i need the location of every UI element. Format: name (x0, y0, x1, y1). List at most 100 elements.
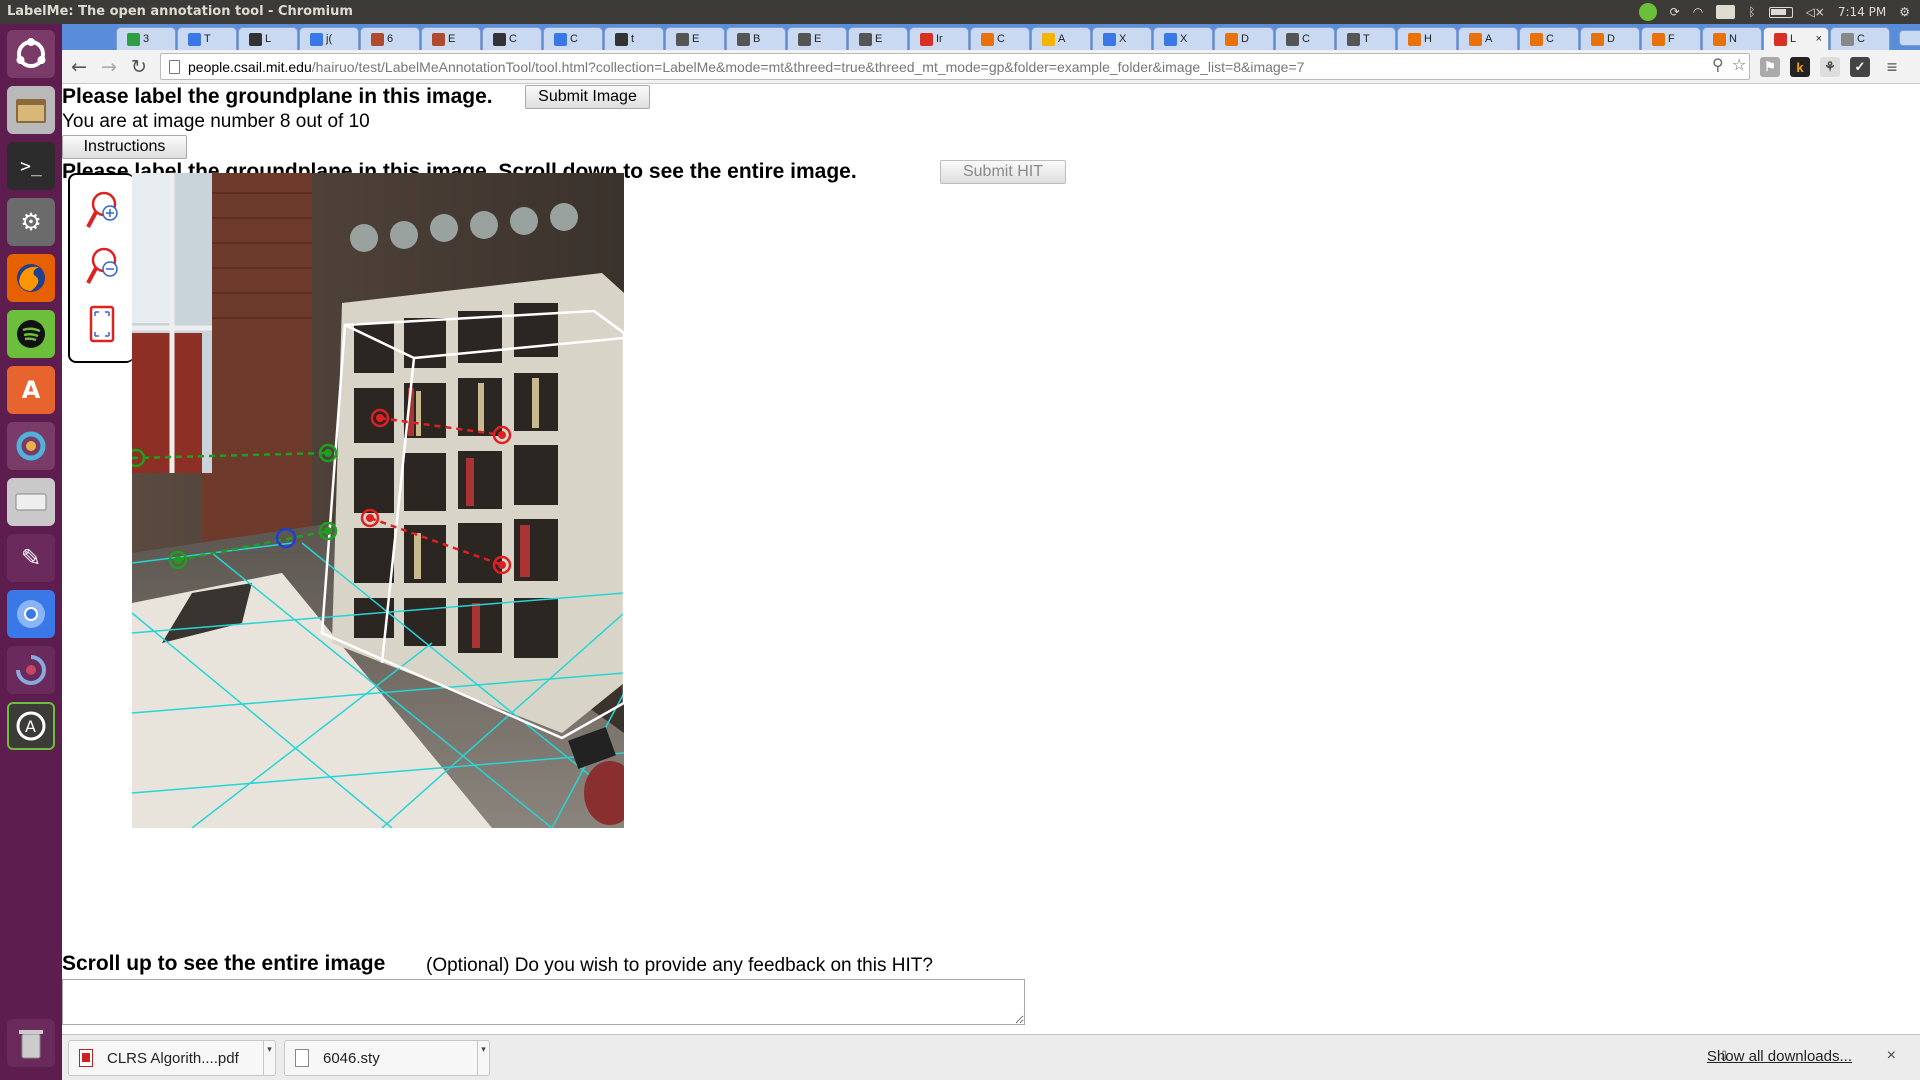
reload-button[interactable]: ↻ (128, 56, 150, 78)
spotify-icon[interactable] (7, 310, 55, 358)
download-item-sty[interactable]: 6046.sty ▾ (284, 1040, 490, 1076)
tab-label: C (570, 33, 578, 45)
browser-tab[interactable]: 6 (360, 27, 420, 50)
browser-tab[interactable]: B (726, 27, 786, 50)
browser-tab[interactable]: A (1031, 27, 1091, 50)
disk-utility-icon[interactable] (7, 422, 55, 470)
tab-label: E (448, 33, 456, 45)
keyboard-layout-indicator[interactable]: En (1716, 5, 1736, 19)
browser-tab[interactable]: C (1275, 27, 1335, 50)
browser-tab[interactable]: t (604, 27, 664, 50)
settings-gear-icon[interactable]: ⚙ (1899, 5, 1910, 19)
menu-icon[interactable]: ≡ (1882, 57, 1902, 77)
new-tab-button[interactable] (1899, 30, 1920, 46)
browser-tab[interactable]: E (848, 27, 908, 50)
tab-favicon-icon (981, 32, 994, 46)
browser-tab[interactable]: C (1830, 27, 1890, 50)
scroll-up-heading: Scroll up to see the entire image (62, 952, 386, 975)
back-button[interactable]: ← (68, 56, 90, 78)
clock[interactable]: 7:14 PM (1838, 5, 1886, 19)
browser-tab[interactable]: L × (1763, 27, 1829, 50)
annotation-image[interactable] (126, 173, 636, 829)
close-downloads-bar-button[interactable]: × (1887, 1047, 1896, 1065)
bookmark-star-icon[interactable]: ☆ (1732, 55, 1746, 74)
system-settings-icon[interactable]: ⚙ (7, 198, 55, 246)
close-tab-icon[interactable]: × (1816, 33, 1822, 45)
tab-favicon-icon (859, 32, 872, 46)
k-extension-icon[interactable]: k (1790, 57, 1810, 77)
bluetooth-icon[interactable]: ᛒ (1748, 5, 1755, 19)
tab-label: E (692, 33, 700, 45)
browser-tab[interactable]: C (543, 27, 603, 50)
feedback-textarea[interactable] (62, 979, 1025, 1025)
tab-favicon-icon (554, 32, 567, 46)
zoom-in-icon[interactable] (84, 189, 120, 233)
tab-favicon-icon (1225, 32, 1238, 46)
browser-tab[interactable]: F (1641, 27, 1701, 50)
spotify-tray-icon[interactable] (1638, 3, 1657, 21)
browser-tab[interactable]: H (1397, 27, 1457, 50)
zoom-indicator-icon[interactable]: ⚲ (1712, 55, 1724, 74)
ubuntu-dash-icon[interactable] (7, 30, 55, 78)
sync-icon[interactable]: ⟳ (1670, 5, 1680, 19)
browser-tab[interactable]: L (238, 27, 298, 50)
browser-tab[interactable]: T (177, 27, 237, 50)
file-manager-icon[interactable] (7, 86, 55, 134)
tab-favicon-icon (1469, 32, 1482, 46)
tab-label: C (1546, 33, 1554, 45)
tab-label: C (509, 33, 517, 45)
software-center-icon[interactable]: A (7, 366, 55, 414)
browser-tab[interactable]: C (970, 27, 1030, 50)
tab-label: D (1241, 33, 1249, 45)
address-bar[interactable]: people.csail.mit.edu/hairuo/test/LabelMe… (160, 53, 1750, 80)
zoom-out-icon[interactable] (84, 245, 120, 289)
chromium-icon[interactable] (7, 590, 55, 638)
browser-tab[interactable]: D (1214, 27, 1274, 50)
show-all-downloads-link[interactable]: Show all downloads... (1707, 1048, 1852, 1065)
submit-hit-button[interactable]: Submit HIT (940, 160, 1066, 184)
tab-favicon-icon (1286, 32, 1299, 46)
extension-icon[interactable]: ⚑ (1760, 57, 1780, 77)
battery-icon[interactable] (1768, 6, 1793, 18)
tab-label: j( (326, 33, 333, 45)
paint-brush-icon[interactable]: ✎ (7, 534, 55, 582)
browser-tab[interactable]: X (1092, 27, 1152, 50)
submit-image-button[interactable]: Submit Image (525, 85, 650, 109)
chevron-down-icon[interactable]: ▾ (263, 1041, 275, 1075)
fit-screen-icon[interactable] (84, 303, 120, 347)
browser-tab[interactable]: D (1580, 27, 1640, 50)
browser-tab[interactable]: Ir (909, 27, 969, 50)
tab-label: Ir (936, 33, 943, 45)
browser-tab[interactable]: C (482, 27, 542, 50)
pocket-icon[interactable]: ✓ (1850, 57, 1870, 77)
browser-tab[interactable]: N (1702, 27, 1762, 50)
instructions-button[interactable]: Instructions (62, 135, 187, 159)
volume-icon[interactable]: ◁× (1806, 5, 1825, 19)
wifi-icon[interactable]: ◠ (1693, 5, 1703, 19)
tab-label: N (1729, 33, 1737, 45)
browser-tab[interactable]: X (1153, 27, 1213, 50)
page-heading: Please label the groundplane in this ima… (62, 85, 493, 108)
update-manager-icon[interactable]: A (7, 702, 55, 750)
chevron-down-icon[interactable]: ▾ (477, 1041, 489, 1075)
browser-tab[interactable]: E (787, 27, 847, 50)
trash-icon[interactable] (7, 1019, 55, 1067)
browser-tab[interactable]: j( (299, 27, 359, 50)
download-item-pdf[interactable]: CLRS Algorith....pdf ▾ (68, 1040, 276, 1076)
browser-tab[interactable]: C (1519, 27, 1579, 50)
forward-button[interactable]: → (98, 56, 120, 78)
browser-tab[interactable]: A (1458, 27, 1518, 50)
browser-tab[interactable]: 3 (116, 27, 176, 50)
browser-tab[interactable]: E (421, 27, 481, 50)
tab-favicon-icon (615, 32, 628, 46)
firefox-icon[interactable] (7, 254, 55, 302)
ad-block-icon[interactable]: ⚘ (1820, 57, 1840, 77)
download-filename: 6046.sty (323, 1049, 380, 1067)
tab-label: X (1180, 33, 1188, 45)
terminal-icon[interactable]: >_ (7, 142, 55, 190)
browser-tab[interactable]: E (665, 27, 725, 50)
browser-tab[interactable]: T (1336, 27, 1396, 50)
drive-icon[interactable] (7, 478, 55, 526)
tab-favicon-icon (798, 32, 811, 46)
screenshot-tool-icon[interactable] (7, 646, 55, 694)
